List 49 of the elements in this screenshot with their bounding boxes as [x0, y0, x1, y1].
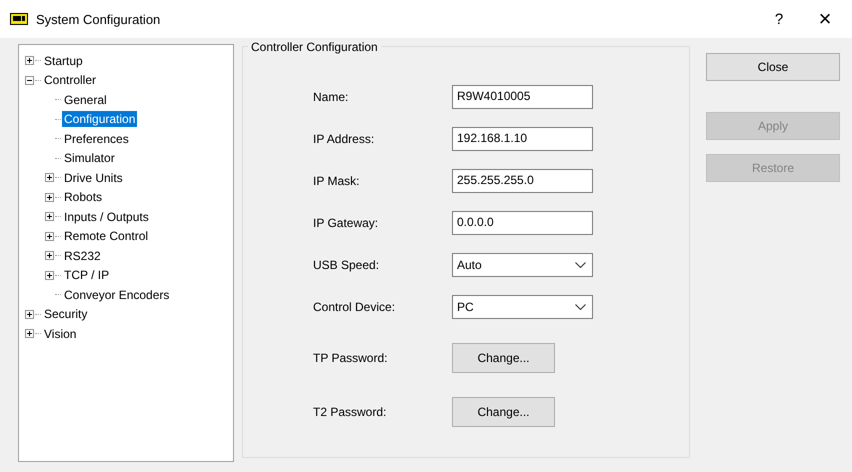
expander-icon[interactable] [45, 173, 54, 182]
tree-item[interactable]: Preferences [62, 130, 131, 147]
tree-item[interactable]: Robots [62, 189, 104, 206]
field-label: TP Password: [313, 351, 388, 365]
tree-item[interactable]: TCP / IP [62, 267, 112, 284]
expander-icon[interactable] [45, 270, 54, 280]
dropdown[interactable]: PC [452, 295, 593, 319]
expander-icon[interactable] [25, 56, 34, 66]
tree-item[interactable]: Security [42, 306, 90, 322]
dropdown[interactable]: Auto [452, 253, 593, 277]
field-label: IP Mask: [313, 174, 360, 188]
expander-icon[interactable] [45, 212, 54, 222]
field-label: IP Gateway: [313, 216, 380, 230]
chevron-icon [575, 262, 586, 268]
field-label: T2 Password: [313, 405, 388, 419]
change-button[interactable]: Change... [452, 397, 555, 427]
chevron-icon [575, 304, 586, 310]
expander-icon[interactable] [25, 329, 34, 338]
expander-icon[interactable] [45, 232, 54, 241]
app-icon [10, 13, 28, 25]
close-button[interactable]: × [802, 1, 848, 37]
input-field[interactable]: 0.0.0.0 [452, 211, 593, 235]
tree-item[interactable]: Simulator [62, 150, 117, 166]
field-label: USB Speed: [313, 258, 380, 272]
tree-item[interactable]: General [62, 92, 109, 108]
expander-icon[interactable] [45, 192, 54, 202]
input-field[interactable]: 255.255.255.0 [452, 169, 593, 193]
input-field[interactable]: 192.168.1.10 [452, 127, 593, 151]
window-title: System Configuration [36, 12, 160, 26]
tree-item[interactable]: RS232 [62, 248, 103, 264]
expander-icon[interactable] [25, 76, 34, 85]
dialog-button[interactable]: Close [706, 53, 840, 81]
tree-item[interactable]: Controller [42, 72, 98, 88]
tree-item[interactable]: Startup [42, 52, 85, 69]
tree-item[interactable]: Remote Control [62, 228, 150, 244]
tree-item[interactable]: Inputs / Outputs [62, 208, 151, 225]
help-button[interactable]: ? [756, 1, 802, 37]
field-label: IP Address: [313, 132, 376, 146]
tree-item[interactable]: Drive Units [62, 170, 125, 186]
change-button[interactable]: Change... [452, 343, 555, 373]
expander-icon[interactable] [25, 310, 34, 319]
tree-item[interactable]: Conveyor Encoders [62, 286, 172, 303]
input-field[interactable]: R9W4010005 [452, 85, 593, 109]
field-label: Name: [313, 90, 350, 104]
tree-item[interactable]: Configuration [62, 111, 138, 128]
tree-item[interactable]: Vision [42, 326, 78, 342]
field-label: Control Device: [313, 300, 396, 314]
group-title: Controller Configuration [248, 40, 381, 54]
expander-icon[interactable] [45, 251, 54, 260]
